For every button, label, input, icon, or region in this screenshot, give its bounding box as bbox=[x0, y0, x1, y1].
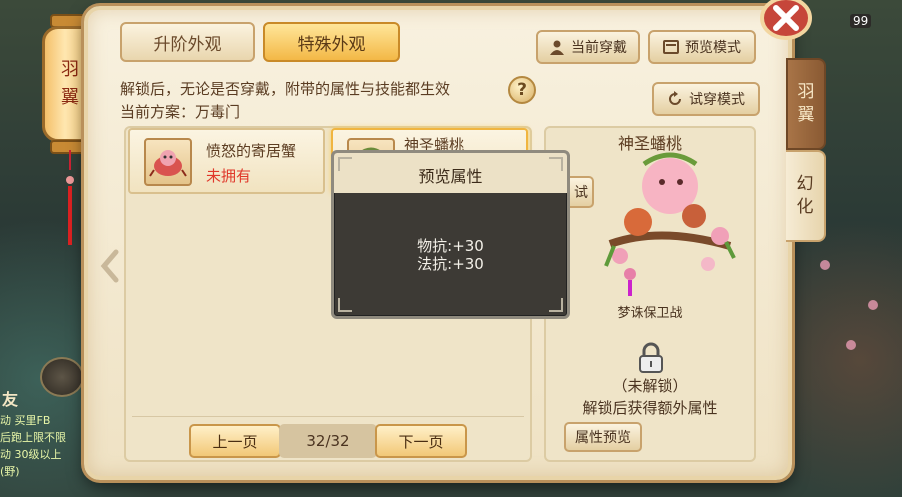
chat-line: (野) bbox=[0, 465, 20, 478]
window-icon bbox=[663, 40, 679, 54]
help-icon[interactable]: ? bbox=[508, 76, 536, 104]
lantern-label: 羽 翼 bbox=[61, 59, 79, 108]
tab-upgrade-appearance[interactable]: 升阶外观 bbox=[120, 22, 255, 62]
hermit-crab-icon bbox=[144, 138, 192, 186]
lock-icon bbox=[639, 342, 663, 373]
attribute-preview-tooltip: 预览属性 物抗:+30 法抗:+30 bbox=[331, 150, 570, 319]
side-tab-wing-label: 羽 翼 bbox=[797, 82, 815, 125]
chat-log: 动 买里FB 后跑上限不限 动 30级以上 (野) bbox=[0, 412, 86, 497]
tab-special-appearance[interactable]: 特殊外观 bbox=[263, 22, 400, 62]
friend-label[interactable]: 友 bbox=[2, 386, 18, 410]
preview-mode-label: 预览模式 bbox=[685, 40, 741, 56]
chat-line: 动 买里FB bbox=[0, 414, 51, 427]
current-scheme-text: 当前方案：万毒门 bbox=[120, 103, 241, 121]
tooltip-attribute-line: 法抗:+30 bbox=[417, 255, 484, 273]
prev-page-button[interactable]: 上一页 bbox=[189, 424, 281, 458]
chat-line: 后跑上限不限 bbox=[0, 431, 66, 444]
refresh-icon bbox=[669, 91, 681, 105]
chat-line: 动 30级以上 bbox=[0, 448, 62, 461]
attribute-preview-button[interactable]: 属性预览 bbox=[564, 422, 642, 452]
page-indicator: 32/32 bbox=[279, 424, 377, 458]
list-divider bbox=[132, 416, 524, 417]
corner-ornament bbox=[338, 298, 352, 312]
preview-mode-button[interactable]: 预览模式 bbox=[648, 30, 756, 64]
locked-status: （未解锁） bbox=[612, 377, 688, 395]
side-tab-wing[interactable]: 羽 翼 bbox=[786, 58, 826, 150]
current-wear-label: 当前穿戴 bbox=[571, 40, 627, 56]
current-wear-button[interactable]: 当前穿戴 bbox=[536, 30, 640, 64]
unlock-info-text: 解锁后，无论是否穿戴，附带的属性与技能都生效 bbox=[120, 80, 451, 98]
corner-ornament bbox=[338, 157, 352, 171]
player-level-badge: 99 bbox=[850, 14, 872, 28]
background-blossom bbox=[846, 340, 856, 350]
detail-source-map: 梦诛保卫战 bbox=[617, 306, 683, 321]
try-on-mode-button[interactable]: 试穿模式 bbox=[652, 82, 760, 116]
peach-pet-illustration bbox=[604, 152, 736, 296]
side-tab-transform[interactable]: 幻 化 bbox=[786, 150, 826, 242]
unlock-hint: 解锁后获得额外属性 bbox=[582, 399, 718, 417]
item-status: 未拥有 bbox=[206, 167, 252, 185]
next-page-button[interactable]: 下一页 bbox=[375, 424, 467, 458]
close-icon[interactable] bbox=[760, 0, 812, 40]
try-on-mode-label: 试穿模式 bbox=[689, 92, 745, 108]
chevron-left-icon[interactable] bbox=[98, 248, 122, 284]
corner-ornament bbox=[549, 157, 563, 171]
tassel-decoration bbox=[66, 150, 74, 245]
background-blossom bbox=[868, 300, 878, 310]
background-blossom bbox=[820, 260, 830, 270]
side-tab-transform-label: 幻 化 bbox=[796, 174, 814, 217]
list-item[interactable]: 愤怒的寄居蟹 未拥有 bbox=[128, 128, 325, 194]
tooltip-title: 预览属性 bbox=[418, 167, 483, 186]
chat-button[interactable] bbox=[40, 357, 84, 397]
corner-ornament bbox=[549, 298, 563, 312]
item-name: 愤怒的寄居蟹 bbox=[206, 142, 297, 160]
person-icon bbox=[550, 40, 564, 55]
